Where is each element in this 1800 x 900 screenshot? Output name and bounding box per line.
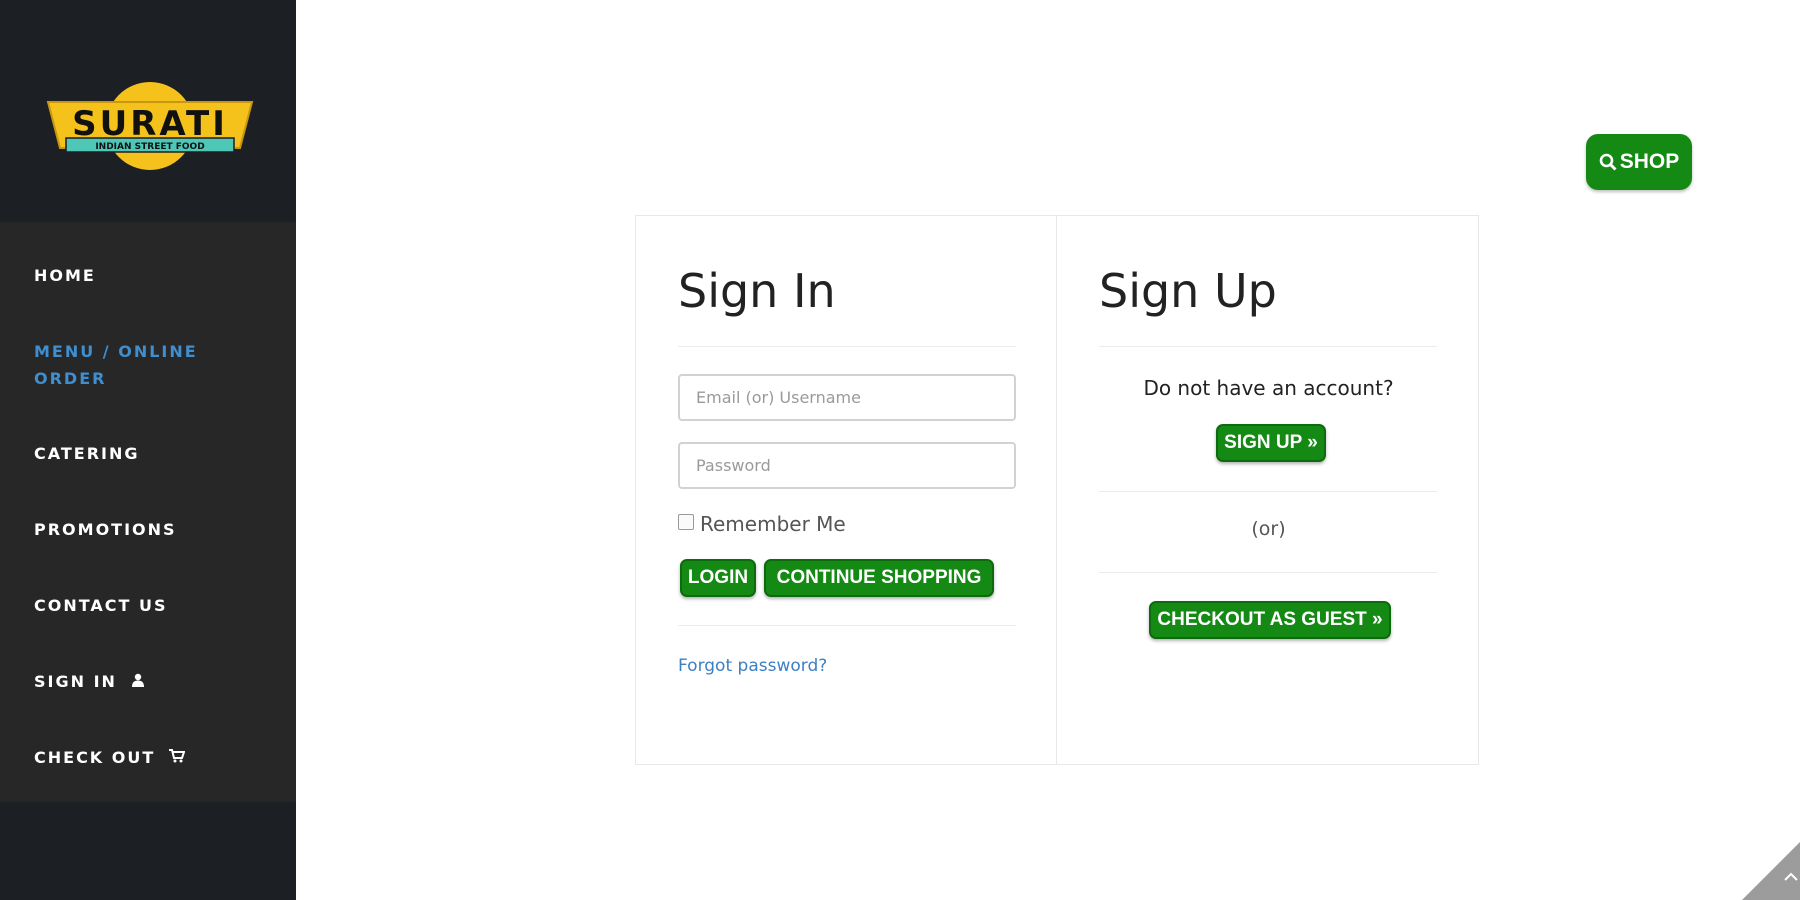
signin-title: Sign In [678, 264, 836, 318]
nav-item-label: HOME [34, 266, 96, 285]
remember-me: Remember Me [678, 512, 846, 536]
signup-button-label: SIGN UP » [1224, 432, 1318, 453]
divider [1099, 491, 1437, 492]
divider [678, 625, 1016, 626]
user-icon [131, 668, 145, 695]
cart-icon [168, 744, 186, 771]
email-input[interactable] [678, 374, 1016, 421]
surati-logo[interactable]: SURATI INDIAN STREET FOOD [44, 78, 256, 178]
nav-item-label: CONTACT US [34, 596, 168, 615]
continue-shopping-button-label: CONTINUE SHOPPING [776, 567, 982, 588]
remember-me-label: Remember Me [700, 512, 846, 536]
nav-item-check-out[interactable]: CHECK OUT [34, 744, 186, 771]
nav-item-menu-online-order[interactable]: MENU / ONLINE ORDER [34, 338, 254, 392]
checkout-as-guest-button[interactable]: CHECKOUT AS GUEST » [1149, 601, 1391, 639]
shop-label: SHOP [1619, 150, 1680, 173]
or-separator: (or) [1251, 518, 1286, 540]
login-button-label: LOGIN [687, 567, 749, 588]
signup-title: Sign Up [1099, 264, 1277, 318]
brand-name: SURATI [72, 104, 228, 144]
nav-item-label: PROMOTIONS [34, 520, 177, 539]
nav-item-contact-us[interactable]: CONTACT US [34, 592, 168, 619]
password-input[interactable] [678, 442, 1016, 489]
divider [1099, 346, 1437, 347]
logo-area: SURATI INDIAN STREET FOOD [0, 0, 296, 222]
nav-item-label: CHECK OUT [34, 748, 156, 767]
remember-me-checkbox[interactable] [678, 514, 694, 530]
divider [678, 346, 1016, 347]
signup-button[interactable]: SIGN UP » [1216, 424, 1326, 462]
checkout-as-guest-button-label: CHECKOUT AS GUEST » [1157, 609, 1383, 630]
signup-panel: Sign Up Do not have an account? SIGN UP … [1056, 215, 1479, 765]
nav-item-catering[interactable]: CATERING [34, 440, 140, 467]
nav-item-promotions[interactable]: PROMOTIONS [34, 516, 177, 543]
nav-item-sign-in[interactable]: SIGN IN [34, 668, 145, 695]
continue-shopping-button[interactable]: CONTINUE SHOPPING [764, 559, 994, 597]
forgot-password-link[interactable]: Forgot password? [678, 656, 827, 676]
chevron-up-icon[interactable] [1784, 870, 1798, 886]
signin-panel: Sign In Remember Me LOGIN CONTINUE SHOPP… [635, 215, 1057, 765]
sidebar: SURATI INDIAN STREET FOOD HOME MENU / ON… [0, 0, 296, 900]
nav-item-label: MENU / ONLINE ORDER [34, 342, 198, 388]
brand-tagline: INDIAN STREET FOOD [95, 142, 204, 152]
main-nav: HOME MENU / ONLINE ORDER CATERING PROMOT… [0, 222, 296, 802]
nav-item-home[interactable]: HOME [34, 262, 96, 289]
nav-item-label: SIGN IN [34, 672, 117, 691]
shop-button[interactable]: SHOP [1586, 134, 1692, 190]
search-icon [1599, 153, 1617, 171]
nav-item-label: CATERING [34, 444, 140, 463]
divider [1099, 572, 1437, 573]
signup-prompt: Do not have an account? [1143, 376, 1394, 400]
login-button[interactable]: LOGIN [680, 559, 756, 597]
